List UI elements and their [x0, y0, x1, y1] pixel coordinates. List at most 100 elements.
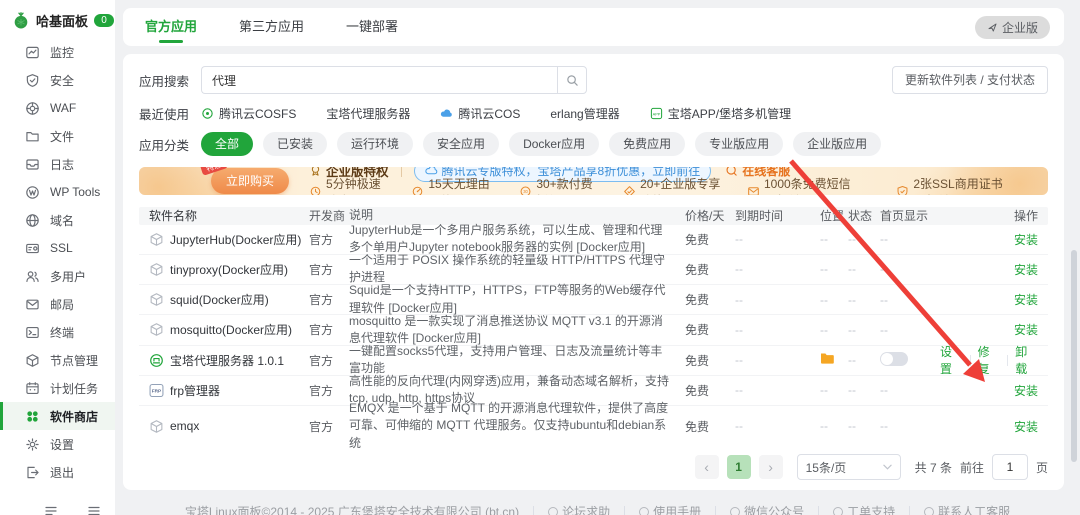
logout-icon	[25, 465, 40, 480]
sidebar-item-appstore[interactable]: 软件商店	[0, 402, 115, 430]
list-layout-icon[interactable]	[87, 504, 101, 515]
sidebar-item-mail[interactable]: 邮局	[0, 290, 115, 318]
repair-link[interactable]: 修复	[978, 343, 1001, 377]
manual-icon	[639, 506, 650, 515]
install-link[interactable]: 安装	[1014, 321, 1038, 338]
category-runtime[interactable]: 运行环境	[337, 132, 414, 156]
recent-item-cos[interactable]: 腾讯云COS	[440, 105, 520, 122]
app-name[interactable]: JupyterHub(Docker应用)	[170, 231, 301, 248]
uninstall-link[interactable]: 卸载	[1015, 343, 1038, 377]
chat-icon	[726, 167, 737, 176]
enterprise-button[interactable]: 企业版	[974, 15, 1050, 39]
open-folder-icon[interactable]	[820, 352, 835, 365]
enterprise-label: 企业版	[1001, 20, 1038, 35]
goto-page-input[interactable]	[991, 454, 1028, 480]
app-name[interactable]: tinyproxy(Docker应用)	[170, 261, 288, 278]
settings-link[interactable]: 设置	[940, 343, 963, 377]
panel-logo-icon	[14, 11, 28, 28]
app-expire: --	[735, 292, 743, 307]
sidebar-item-node-manage[interactable]: 节点管理	[0, 346, 115, 374]
install-link[interactable]: 安装	[1014, 231, 1038, 248]
sidebar-item-cron[interactable]: 计划任务	[0, 374, 115, 402]
footer-link-wechat[interactable]: 微信公众号	[730, 503, 804, 515]
goto-label: 前往	[959, 460, 984, 475]
page-size-select[interactable]: 15条/页	[796, 454, 901, 480]
logo-row: 哈基面板 0	[0, 0, 115, 38]
next-page-button[interactable]: ›	[758, 455, 783, 479]
category-security[interactable]: 安全应用	[423, 132, 500, 156]
recent-item-cosfs[interactable]: 腾讯云COSFS	[201, 105, 296, 122]
baota-proxy-icon	[150, 353, 163, 367]
app-name[interactable]: emqx	[170, 419, 199, 433]
footer-link-manual[interactable]: 使用手册	[639, 503, 701, 515]
ops-divider	[969, 354, 971, 366]
speedometer-icon	[413, 186, 423, 196]
sidebar-item-multiuser[interactable]: 多用户	[0, 262, 115, 290]
cloud-icon	[441, 109, 453, 117]
recent-item-baota-proxy[interactable]: 宝塔代理服务器	[326, 105, 410, 122]
collapse-menu-icon[interactable]	[44, 504, 58, 515]
app-developer: 官方	[309, 262, 334, 277]
footer-link-support[interactable]: 联系人工客服	[924, 503, 1010, 515]
tab-thirdparty-apps[interactable]: 第三方应用	[239, 8, 304, 46]
tab-one-click-deploy[interactable]: 一键部署	[346, 8, 398, 46]
vertical-scrollbar[interactable]	[1071, 250, 1077, 462]
footer-link-forum[interactable]: 论坛求助	[548, 503, 610, 515]
app-name[interactable]: squid(Docker应用)	[170, 291, 269, 308]
app-homepage-show: --	[880, 292, 888, 307]
category-free[interactable]: 免费应用	[609, 132, 686, 156]
category-all[interactable]: 全部	[201, 132, 254, 156]
install-link[interactable]: 安装	[1014, 382, 1038, 399]
category-installed[interactable]: 已安装	[263, 132, 328, 156]
current-page-button[interactable]: 1	[726, 455, 751, 479]
update-software-list-button[interactable]: 更新软件列表 / 支付状态	[891, 66, 1048, 94]
buy-now-button[interactable]: 特惠 立即购买	[199, 167, 290, 195]
svg-text:APP: APP	[652, 111, 660, 116]
app-status: --	[848, 262, 856, 277]
footer-divider	[715, 506, 717, 515]
sidebar-item-label: 文件	[50, 129, 75, 144]
recent-item-erlang[interactable]: erlang管理器	[550, 105, 619, 122]
table-row-squid: squid(Docker应用) 官方 Squid是一个支持HTTP，HTTPS，…	[139, 283, 1048, 316]
sidebar-item-label: 邮局	[50, 297, 75, 312]
sidebar-item-logout[interactable]: 退出	[0, 458, 115, 486]
sidebar-item-security[interactable]: 安全	[0, 66, 115, 94]
page-suffix: 页	[1035, 460, 1048, 475]
sidebar-item-settings[interactable]: 设置	[0, 430, 115, 458]
category-enterprise[interactable]: 企业版应用	[793, 132, 882, 156]
gear-icon	[25, 437, 40, 452]
sidebar-item-wp-tools[interactable]: WP Tools	[0, 178, 115, 206]
category-docker[interactable]: Docker应用	[509, 132, 600, 156]
homepage-toggle[interactable]	[880, 351, 908, 366]
search-input[interactable]	[201, 66, 557, 94]
tab-official-apps[interactable]: 官方应用	[145, 8, 197, 46]
search-button[interactable]	[557, 66, 587, 94]
footer-link-ticket[interactable]: 工单支持	[833, 503, 895, 515]
support-icon	[924, 506, 935, 515]
install-link[interactable]: 安装	[1014, 291, 1038, 308]
diamond-icon	[624, 186, 635, 196]
sidebar-item-monitor[interactable]: 监控	[0, 38, 115, 66]
sidebar-item-domain[interactable]: 域名	[0, 206, 115, 234]
prev-page-button[interactable]: ‹	[694, 455, 719, 479]
install-link[interactable]: 安装	[1014, 261, 1038, 278]
app-location: --	[820, 232, 828, 247]
sidebar-item-terminal[interactable]: 终端	[0, 318, 115, 346]
message-count-badge[interactable]: 0	[94, 14, 115, 27]
sidebar-item-logs[interactable]: 日志	[0, 150, 115, 178]
install-link[interactable]: 安装	[1014, 418, 1038, 435]
sidebar-item-ssl[interactable]: SSL	[0, 234, 115, 262]
sidebar-item-label: SSL	[50, 241, 73, 255]
app-name[interactable]: frp管理器	[170, 382, 220, 399]
col-location: 位置	[820, 209, 845, 224]
sidebar-item-label: 多用户	[50, 269, 87, 284]
table-row-baota-proxy: 宝塔代理服务器 1.0.1 官方 一键配置socks5代理，支持用户管理、日志及…	[139, 343, 1048, 377]
recent-item-baota-app[interactable]: APP 宝塔APP/堡塔多机管理	[650, 105, 791, 122]
app-name[interactable]: mosquitto(Docker应用)	[170, 321, 292, 338]
sidebar-item-waf[interactable]: WAF	[0, 94, 115, 122]
sidebar-item-label: 软件商店	[50, 409, 99, 424]
app-name[interactable]: 宝塔代理服务器 1.0.1	[170, 352, 284, 369]
category-pro[interactable]: 专业版应用	[695, 132, 784, 156]
sidebar-item-files[interactable]: 文件	[0, 122, 115, 150]
sidebar-nav: 监控 安全 WAF 文件 日志 WP Tools 域名 SSL 多用户 邮局 终…	[0, 38, 115, 486]
